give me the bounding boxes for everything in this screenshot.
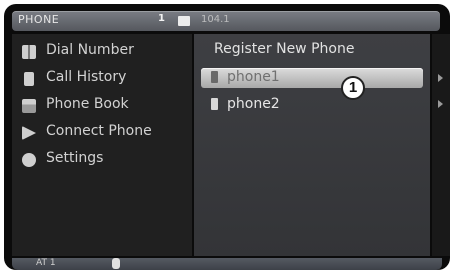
signal-strength-icon — [178, 16, 190, 26]
callout-marker: 1 — [341, 76, 365, 100]
settings-gear-icon — [22, 153, 36, 167]
mobile-phone-icon — [211, 98, 218, 110]
sidebar-item-label: Phone Book — [46, 96, 129, 112]
phone-menu-sidebar: Dial Number Call History Phone Book Conn… — [12, 34, 192, 256]
phone-list-item-selected[interactable]: phone1 — [201, 68, 423, 88]
bottom-status-bar: AT 1 — [12, 258, 442, 270]
arrow-right-icon[interactable] — [438, 100, 443, 108]
sidebar-item-label: Settings — [46, 150, 104, 166]
panel-header: Register New Phone — [214, 41, 355, 57]
sidebar-item-label: Dial Number — [46, 42, 134, 58]
signal-indicator: 1 — [158, 13, 165, 24]
scroll-side-strip — [432, 34, 450, 256]
sidebar-item-label: Connect Phone — [46, 123, 152, 139]
arrow-right-icon[interactable] — [438, 74, 443, 82]
phone-list-item[interactable]: phone2 — [201, 95, 423, 115]
dial-pad-icon — [22, 45, 36, 59]
radio-frequency: 104.1 — [201, 14, 230, 25]
phone-name: phone1 — [227, 69, 280, 85]
top-status-bar: PHONE 1 104.1 — [12, 11, 440, 31]
connect-phone-icon — [22, 126, 36, 140]
sidebar-item-label: Call History — [46, 69, 127, 85]
head-unit-screen: PHONE 1 104.1 Dial Number Call History P… — [4, 4, 450, 270]
call-history-icon — [24, 72, 34, 86]
phone-book-icon — [22, 99, 36, 113]
bluetooth-icon — [112, 258, 120, 269]
status-left-text: AT 1 — [36, 258, 56, 268]
mobile-phone-icon — [211, 71, 218, 83]
phone-list-panel: Register New Phone phone1 phone2 — [194, 34, 430, 256]
phone-name: phone2 — [227, 96, 280, 112]
screen-title: PHONE — [18, 13, 60, 26]
